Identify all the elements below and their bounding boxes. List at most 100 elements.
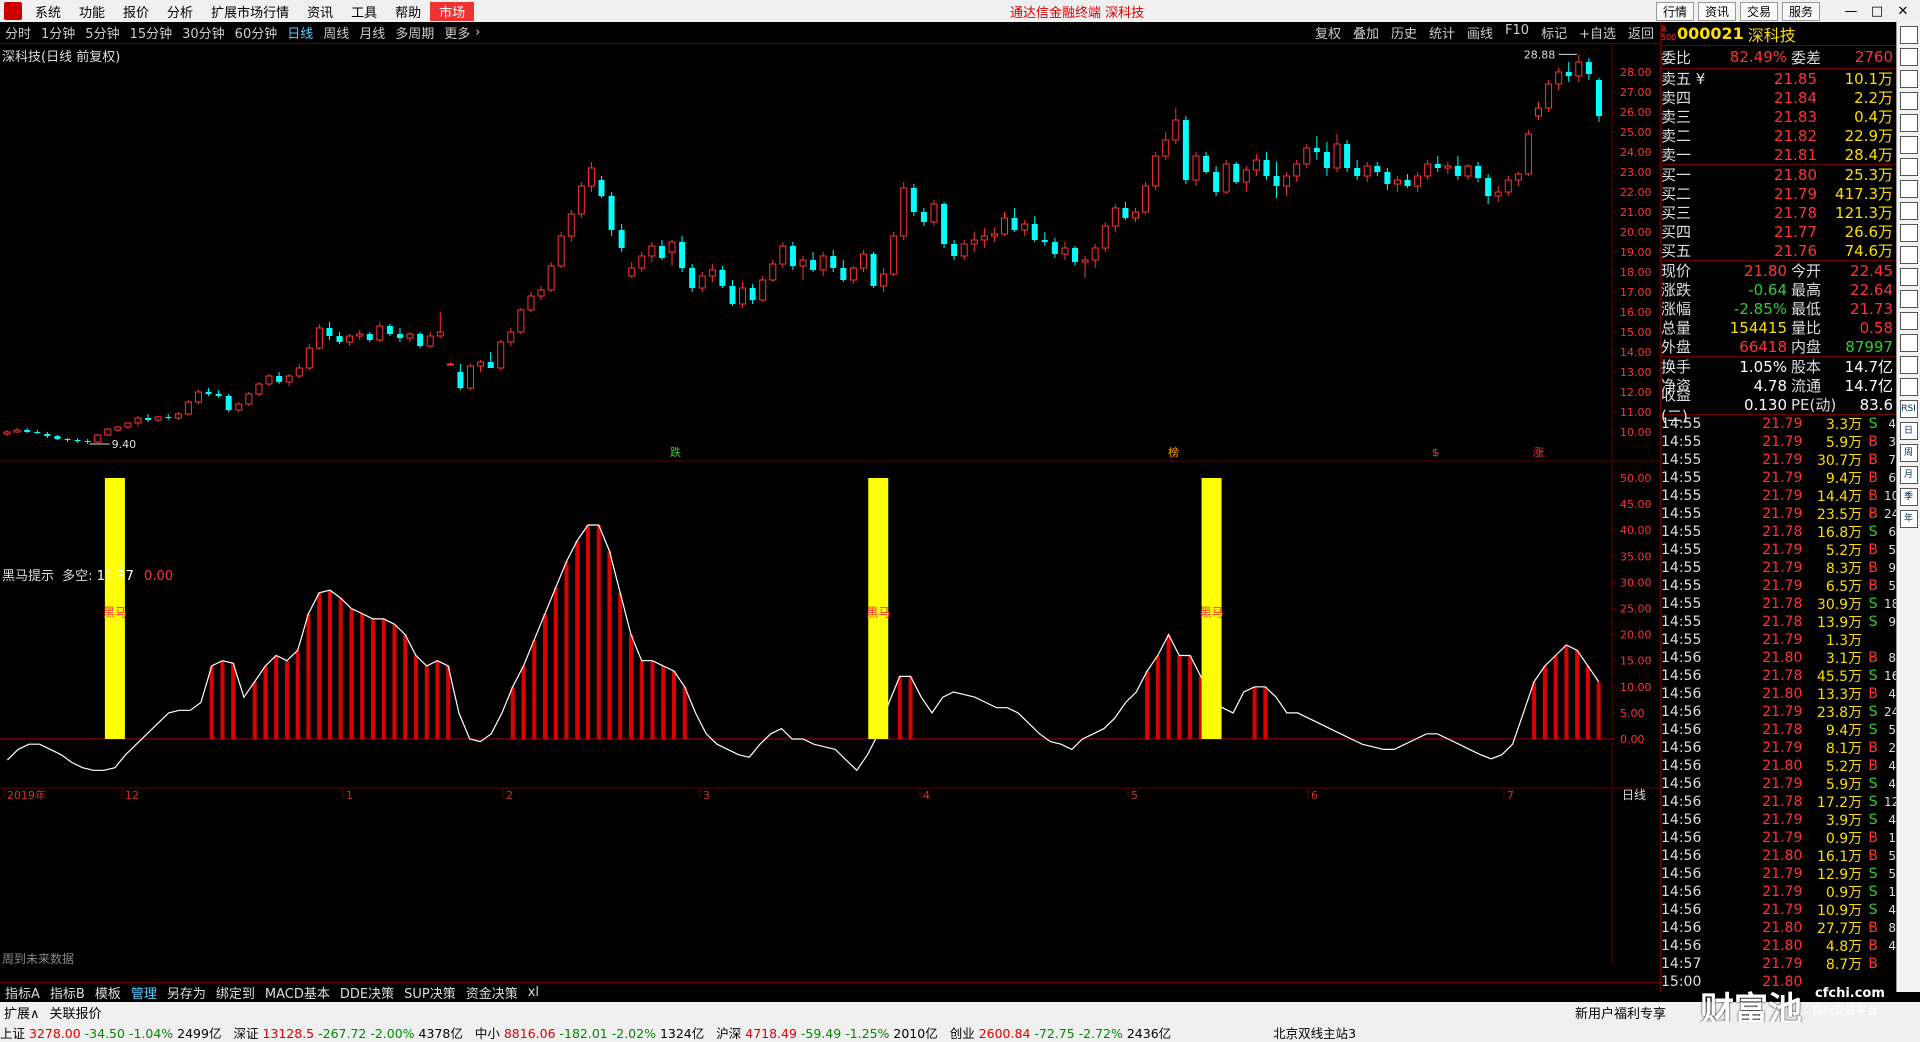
tab-bind-to[interactable]: 绑定到 xyxy=(211,983,260,1002)
tool-draw[interactable]: 画线 xyxy=(1461,23,1499,42)
server-name[interactable]: 北京双线主站3 xyxy=(1273,1023,1356,1042)
period-60min[interactable]: 60分钟 xyxy=(230,23,283,42)
period-15min[interactable]: 15分钟 xyxy=(125,23,178,42)
period-1min[interactable]: 1分钟 xyxy=(36,23,80,42)
close-icon[interactable]: ✕ xyxy=(1890,4,1916,19)
buy-row[interactable]: 买一 21.80 25.3万 xyxy=(1661,165,1896,185)
period-multi[interactable]: 多周期 xyxy=(390,23,439,42)
board-icon[interactable] xyxy=(1899,158,1918,176)
sell-row[interactable]: 卖三 21.83 0.4万 xyxy=(1661,107,1896,127)
menu-help[interactable]: 帮助 xyxy=(386,2,430,21)
chart-area[interactable]: 28.0027.0026.0025.0024.0023.0022.0021.00… xyxy=(0,44,1660,964)
formula-icon[interactable] xyxy=(1899,246,1918,264)
tab-manage[interactable]: 管理 xyxy=(126,983,162,1002)
period-shortcut-icon[interactable]: 季 xyxy=(1899,488,1918,506)
tool-f10[interactable]: F10 xyxy=(1499,23,1535,42)
zoom-icon[interactable] xyxy=(1899,356,1918,374)
index-quote[interactable]: 深证 13128.5 -267.72 -2.00% 4378亿 xyxy=(233,1023,462,1042)
period-daily[interactable]: 日线 xyxy=(282,23,318,42)
period-weekly[interactable]: 周线 xyxy=(318,23,354,42)
news-icon[interactable] xyxy=(1899,290,1918,308)
tool-adjust[interactable]: 复权 xyxy=(1309,23,1347,42)
buy-row[interactable]: 买三 21.78 121.3万 xyxy=(1661,203,1896,223)
menu-quote[interactable]: 报价 xyxy=(114,2,158,21)
tick-list[interactable]: 14:55 21.79 3.3万 S 4 14:55 21.79 5.9万 B 3 14:55 21.… xyxy=(1661,415,1899,991)
tick-count: 8 xyxy=(1888,921,1896,935)
depth-icon[interactable] xyxy=(1899,114,1918,132)
menu-function[interactable]: 功能 xyxy=(70,2,114,21)
index-pct: -1.25% xyxy=(845,1025,894,1041)
sell-row[interactable]: 卖五 ¥ 21.85 10.1万 xyxy=(1661,69,1896,89)
tool-back[interactable]: 返回 xyxy=(1622,23,1660,42)
tool-history[interactable]: 历史 xyxy=(1385,23,1423,42)
service-button[interactable]: 服务 xyxy=(1781,1,1820,21)
menu-system[interactable]: 系统 xyxy=(26,2,70,21)
tick-price: 21.79 xyxy=(1762,560,1803,576)
period-intraday[interactable]: 分时 xyxy=(0,23,36,42)
chart-icon[interactable] xyxy=(1899,26,1918,44)
price-axis-label: 16.00 xyxy=(1620,306,1652,319)
sell-row[interactable]: 卖一 21.81 28.4万 xyxy=(1661,145,1896,165)
tool-mark[interactable]: 标记 xyxy=(1535,23,1573,42)
menu-ext-market[interactable]: 扩展市场行情 xyxy=(202,2,298,21)
compare-icon[interactable] xyxy=(1899,224,1918,242)
tab-template[interactable]: 模板 xyxy=(90,983,126,1002)
period-more[interactable]: 更多 xyxy=(439,23,475,42)
index-quote[interactable]: 创业 2600.84 -72.75 -2.72% 2436亿 xyxy=(950,1023,1171,1042)
tick-time: 14:56 xyxy=(1661,866,1702,882)
period-monthly[interactable]: 月线 xyxy=(354,23,390,42)
buy-row[interactable]: 买二 21.79 417.3万 xyxy=(1661,184,1896,204)
buy-row[interactable]: 买五 21.76 74.6万 xyxy=(1661,241,1896,261)
period-shortcut-icon[interactable]: 月 xyxy=(1899,466,1918,484)
kline-icon[interactable] xyxy=(1899,70,1918,88)
promo-link[interactable]: 新用户福利专享 xyxy=(1575,1003,1666,1022)
tab-indicator-b[interactable]: 指标B xyxy=(45,983,90,1002)
alert-icon[interactable] xyxy=(1899,268,1918,286)
rank-icon[interactable] xyxy=(1899,202,1918,220)
tool-overlay[interactable]: 叠加 xyxy=(1347,23,1385,42)
tool-add-watchlist[interactable]: +自选 xyxy=(1573,23,1622,42)
candle-up xyxy=(13,429,21,433)
trade-button[interactable]: 交易 xyxy=(1739,1,1778,21)
tab-xl[interactable]: xl xyxy=(523,985,544,1000)
expand-button[interactable]: 扩展∧ xyxy=(4,1003,40,1022)
period-shortcut-icon[interactable]: 日 xyxy=(1899,422,1918,440)
ratio-icon[interactable] xyxy=(1899,378,1918,396)
related-quote-button[interactable]: 关联报价 xyxy=(50,1003,102,1022)
period-5min[interactable]: 5分钟 xyxy=(80,23,124,42)
period-shortcut-icon[interactable]: 年 xyxy=(1899,510,1918,528)
order-price: 21.83 xyxy=(1774,107,1817,126)
note-icon[interactable] xyxy=(1899,312,1918,330)
tab-dde[interactable]: DDE决策 xyxy=(335,983,399,1002)
tick-icon[interactable] xyxy=(1899,92,1918,110)
tab-fund[interactable]: 资金决策 xyxy=(461,983,523,1002)
tool-stats[interactable]: 统计 xyxy=(1423,23,1461,42)
sell-row[interactable]: 卖四 21.84 2.2万 xyxy=(1661,88,1896,108)
period-30min[interactable]: 30分钟 xyxy=(177,23,230,42)
menu-tools[interactable]: 工具 xyxy=(342,2,386,21)
menu-analysis[interactable]: 分析 xyxy=(158,2,202,21)
index-quote[interactable]: 中小 8816.06 -182.01 -2.02% 1324亿 xyxy=(475,1023,704,1042)
menu-market[interactable]: 市场 xyxy=(430,1,475,21)
period-shortcut-icon[interactable]: 周 xyxy=(1899,444,1918,462)
sell-row[interactable]: 卖二 21.82 22.9万 xyxy=(1661,126,1896,146)
tab-indicator-a[interactable]: 指标A xyxy=(0,983,45,1002)
tab-save-as[interactable]: 另存为 xyxy=(162,983,211,1002)
news-button[interactable]: 资讯 xyxy=(1697,1,1736,21)
tick-row: 14:56 21.80 5.2万 B 4 xyxy=(1661,757,1896,775)
f10-icon[interactable] xyxy=(1899,180,1918,198)
minimize-icon[interactable]: — xyxy=(1838,4,1864,19)
tab-sup[interactable]: SUP决策 xyxy=(399,983,461,1002)
quotes-button[interactable]: 行情 xyxy=(1655,1,1694,21)
period-shortcut-icon[interactable]: RSI xyxy=(1899,400,1918,418)
menu-news[interactable]: 资讯 xyxy=(298,2,342,21)
index-quote[interactable]: 沪深 4718.49 -59.49 -1.25% 2010亿 xyxy=(716,1023,937,1042)
chevron-right-icon[interactable]: › xyxy=(475,25,480,40)
draw-icon[interactable] xyxy=(1899,334,1918,352)
buy-row[interactable]: 买四 21.77 26.6万 xyxy=(1661,222,1896,242)
tab-macd[interactable]: MACD基本 xyxy=(260,983,335,1002)
maximize-icon[interactable]: □ xyxy=(1864,4,1890,19)
minute-icon[interactable] xyxy=(1899,48,1918,66)
capital-icon[interactable] xyxy=(1899,136,1918,154)
index-quote[interactable]: 上证 3278.00 -34.50 -1.04% 2499亿 xyxy=(0,1023,221,1042)
